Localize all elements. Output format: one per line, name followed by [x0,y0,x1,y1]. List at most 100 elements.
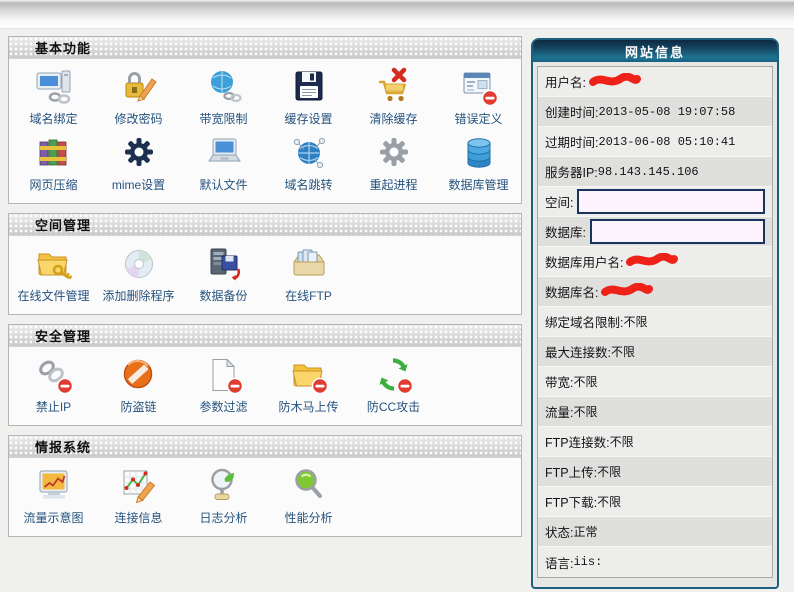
info-row: 带宽:不限 [538,367,772,397]
menu-item-label: 带宽限制 [199,110,247,127]
menu-item-label: 连接信息 [114,509,162,526]
menu-item-label: 防CC攻击 [367,398,420,415]
info-value: 2013-06-08 05:10:41 [598,135,735,149]
menu-item-domain-redirect[interactable]: 域名跳转 [266,133,351,193]
redacted-value [625,253,679,271]
menu-item-label: 域名跳转 [284,176,332,193]
section-report-system: 情报系统流量示意图连接信息 日志分析性能分析 [8,435,522,537]
menu-item-add-remove-programs[interactable]: 添加删除程序 [96,244,181,304]
add-remove-programs-icon [119,244,159,284]
info-label: 数据库: [545,222,586,241]
clear-cache-icon [374,67,414,107]
site-info-rows: 用户名:创建时间:2013-05-08 19:07:58过期时间:2013-06… [537,66,773,578]
menu-item-label: 修改密码 [114,110,162,127]
menu-item-ban-ip[interactable]: 禁止IP [11,355,96,415]
section-title: 基本功能 [35,38,91,57]
menu-item-anti-leech[interactable]: 防盗链 [96,355,181,415]
menu-item-label: 数据备份 [199,287,247,304]
menu-item-default-file[interactable]: 默认文件 [181,133,266,193]
space-input[interactable] [577,189,765,214]
section-body: 域名绑定 修改密码 带宽限制 缓存设置 清除缓存 错误定义网页压缩 mime设置默认文件域名… [9,59,521,203]
menu-item-connection-info[interactable]: 连接信息 [96,466,181,526]
section-title: 空间管理 [35,215,91,234]
menu-item-anti-cc-attack[interactable]: 防CC攻击 [351,355,436,415]
menu-item-data-backup[interactable]: 数据备份 [181,244,266,304]
anti-leech-icon [119,355,159,395]
database-input[interactable] [590,219,765,244]
menu-item-param-filter[interactable]: 参数过滤 [181,355,266,415]
info-value: iis: [573,555,602,569]
section-body: 流量示意图连接信息 日志分析性能分析 [9,458,521,536]
database-manage-icon [459,133,499,173]
bandwidth-limit-icon [204,67,244,107]
menu-item-log-analysis[interactable]: 日志分析 [181,466,266,526]
info-value: 不限 [610,433,634,450]
menu-item-cache-settings[interactable]: 缓存设置 [266,67,351,127]
info-label: 服务器IP: [545,162,598,181]
info-value: 不限 [573,373,597,390]
menu-item-anti-trojan-upload[interactable]: 防木马上传 [266,355,351,415]
section-basic-functions: 基本功能域名绑定 修改密码 带宽限制 缓存设置 清除缓存 错误定义网页压缩 mime设置默认… [8,36,522,204]
top-toolbar [0,0,794,29]
info-value: 不限 [611,343,635,360]
info-label: 流量: [545,402,573,421]
menu-item-bandwidth-limit[interactable]: 带宽限制 [181,67,266,127]
info-label: 空间: [545,192,573,211]
menu-item-database-manage[interactable]: 数据库管理 [436,133,521,193]
info-row: 状态:正常 [538,517,772,547]
menu-item-label: 缓存设置 [284,110,332,127]
redacted-value [600,283,654,301]
menu-item-label: 防盗链 [120,398,156,415]
menu-item-traffic-chart[interactable]: 流量示意图 [11,466,96,526]
section-header: 情报系统 [9,436,521,458]
mime-settings-icon [119,133,159,173]
menu-item-mime-settings[interactable]: mime设置 [96,133,181,193]
menu-item-restart-process[interactable]: 重起进程 [351,133,436,193]
anti-trojan-upload-icon [289,355,329,395]
menu-item-label: 禁止IP [36,398,71,415]
info-row: 空间: [538,187,772,217]
menu-item-label: 防木马上传 [278,398,338,415]
section-title: 情报系统 [35,437,91,456]
menu-item-domain-bind[interactable]: 域名绑定 [11,67,96,127]
ban-ip-icon [34,355,74,395]
web-compress-icon [34,133,74,173]
info-row: 数据库用户名: [538,247,772,277]
section-header: 安全管理 [9,325,521,347]
info-label: 最大连接数: [545,342,611,361]
info-value: 不限 [597,463,621,480]
redacted-value [588,73,642,91]
info-value: 不限 [597,493,621,510]
info-row: 语言:iis: [538,547,772,577]
info-label: 语言: [545,553,573,572]
menu-item-label: 清除缓存 [369,110,417,127]
info-value: 2013-05-08 19:07:58 [598,105,735,119]
menu-item-label: 错误定义 [454,110,502,127]
data-backup-icon [204,244,244,284]
info-label: 带宽: [545,372,573,391]
menu-item-label: 参数过滤 [199,398,247,415]
info-row: 流量:不限 [538,397,772,427]
info-row: 最大连接数:不限 [538,337,772,367]
error-define-icon [459,67,499,107]
menu-item-label: 数据库管理 [448,176,508,193]
info-row: FTP上传:不限 [538,457,772,487]
menu-item-web-compress[interactable]: 网页压缩 [11,133,96,193]
menu-item-online-file-manager[interactable]: 在线文件管理 [11,244,96,304]
menu-item-online-ftp[interactable]: 在线FTP [266,244,351,304]
menu-item-error-define[interactable]: 错误定义 [436,67,521,127]
menu-item-label: mime设置 [112,176,165,193]
info-row: 服务器IP:98.143.145.106 [538,157,772,187]
menu-item-performance-analysis[interactable]: 性能分析 [266,466,351,526]
menu-item-label: 域名绑定 [29,110,77,127]
menu-item-label: 在线文件管理 [17,287,89,304]
info-row: 用户名: [538,67,772,97]
online-file-manager-icon [34,244,74,284]
traffic-chart-icon [34,466,74,506]
info-value: 正常 [573,523,597,540]
info-row: 创建时间:2013-05-08 19:07:58 [538,97,772,127]
section-header: 空间管理 [9,214,521,236]
menu-item-clear-cache[interactable]: 清除缓存 [351,67,436,127]
menu-item-change-password[interactable]: 修改密码 [96,67,181,127]
info-value: 98.143.145.106 [598,165,699,179]
